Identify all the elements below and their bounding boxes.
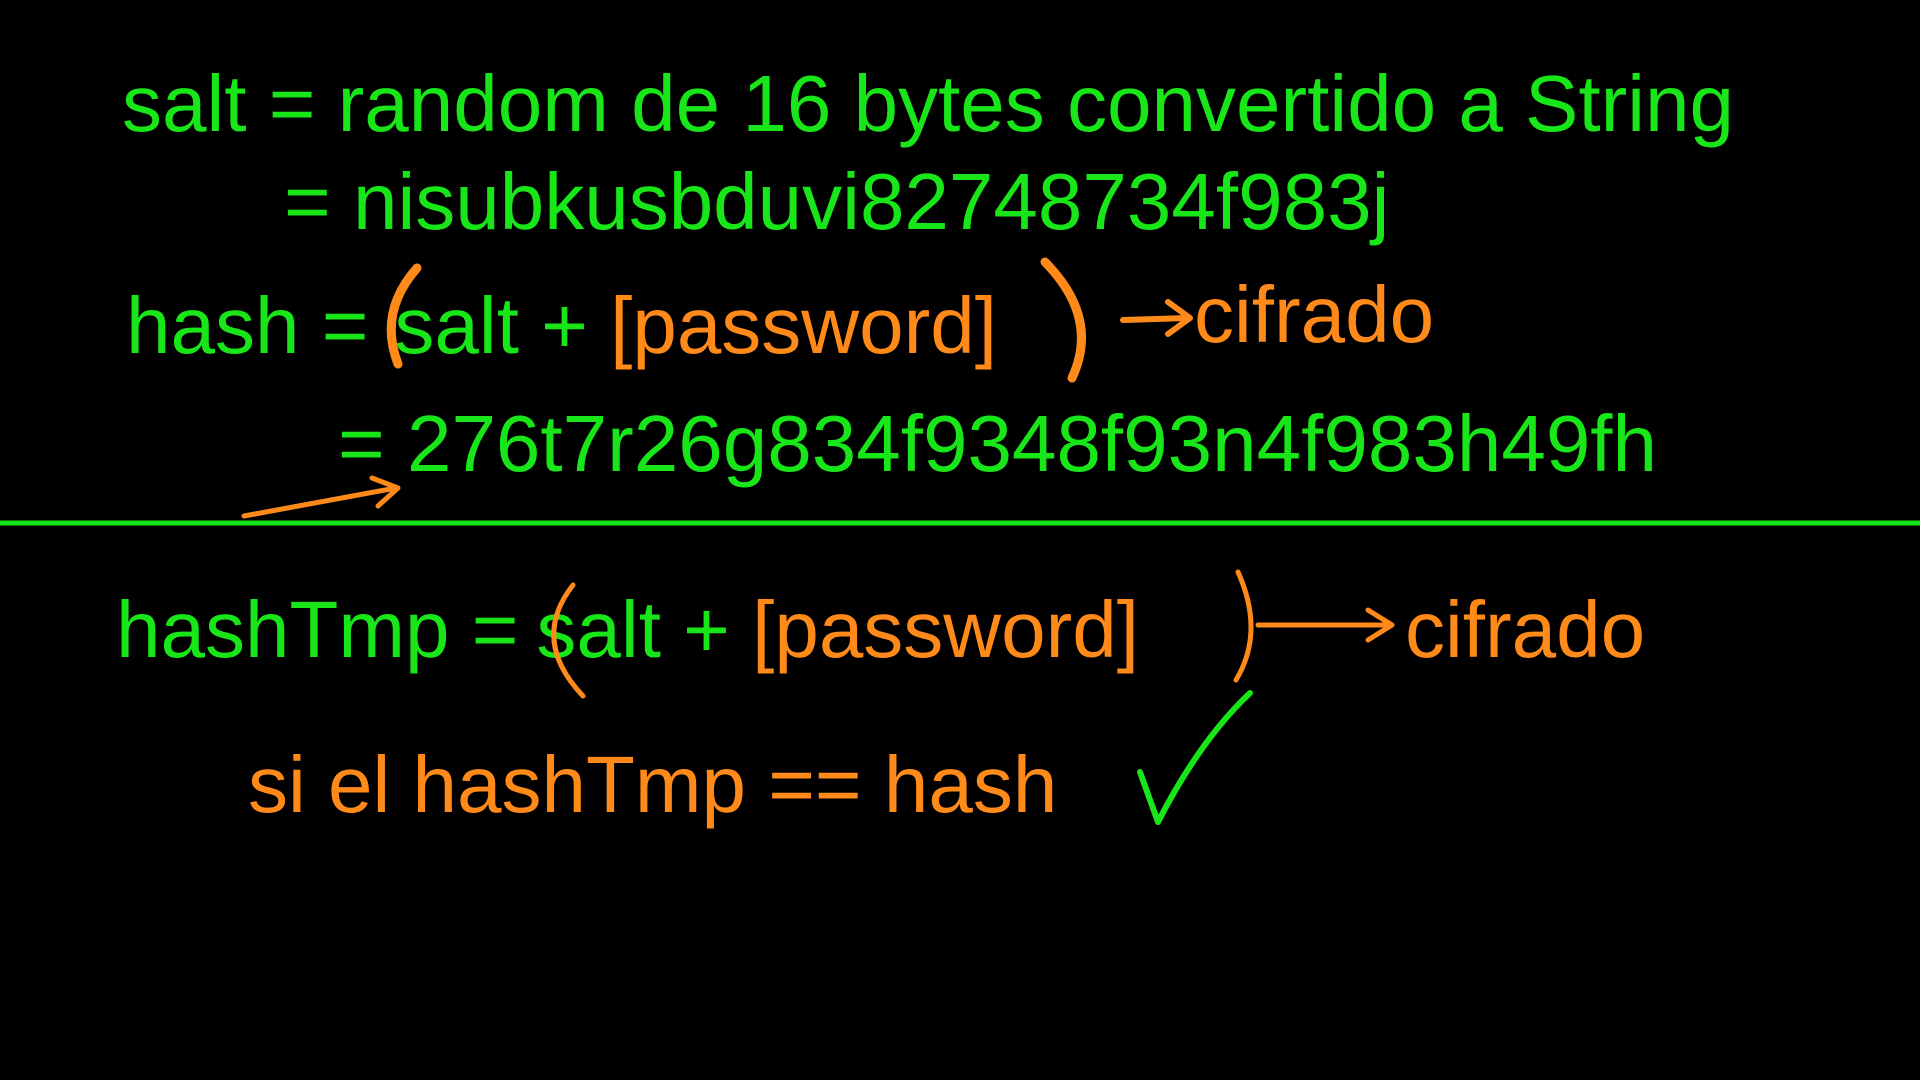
hash-close-paren bbox=[1040, 257, 1086, 383]
arrow-right-icon bbox=[1255, 607, 1395, 643]
whiteboard-canvas: salt = random de 16 bytes convertido a S… bbox=[0, 0, 1920, 1080]
hash-password-term: [password] bbox=[610, 281, 997, 370]
hashtmp-salt-term: salt + bbox=[536, 585, 753, 674]
salt-definition: salt = random de 16 bytes convertido a S… bbox=[122, 59, 1735, 148]
hash-comparison: si el hashTmp == hash bbox=[248, 740, 1058, 829]
hash-formula: hash = salt + [password] bbox=[126, 286, 997, 366]
salt-value: = nisubkusbduvi82748734f983j bbox=[284, 157, 1390, 246]
hashtmp-lhs: hashTmp = bbox=[116, 585, 519, 674]
hashtmp-password-term: [password] bbox=[752, 585, 1139, 674]
arrow-right-icon bbox=[1120, 299, 1193, 337]
hashtmp-formula: hashTmp = salt + [password] bbox=[116, 590, 1139, 670]
hash-lhs: hash = bbox=[126, 281, 369, 370]
hash-value: = 276t7r26g834f9348f93n4f983h49fh bbox=[338, 399, 1658, 488]
hashtmp-cipher-note: cifrado bbox=[1405, 585, 1646, 674]
hash-salt-term: salt + bbox=[394, 281, 611, 370]
hash-cipher-note: cifrado bbox=[1194, 270, 1435, 359]
check-mark-icon bbox=[1137, 690, 1253, 825]
hashtmp-close-paren bbox=[1233, 569, 1254, 683]
